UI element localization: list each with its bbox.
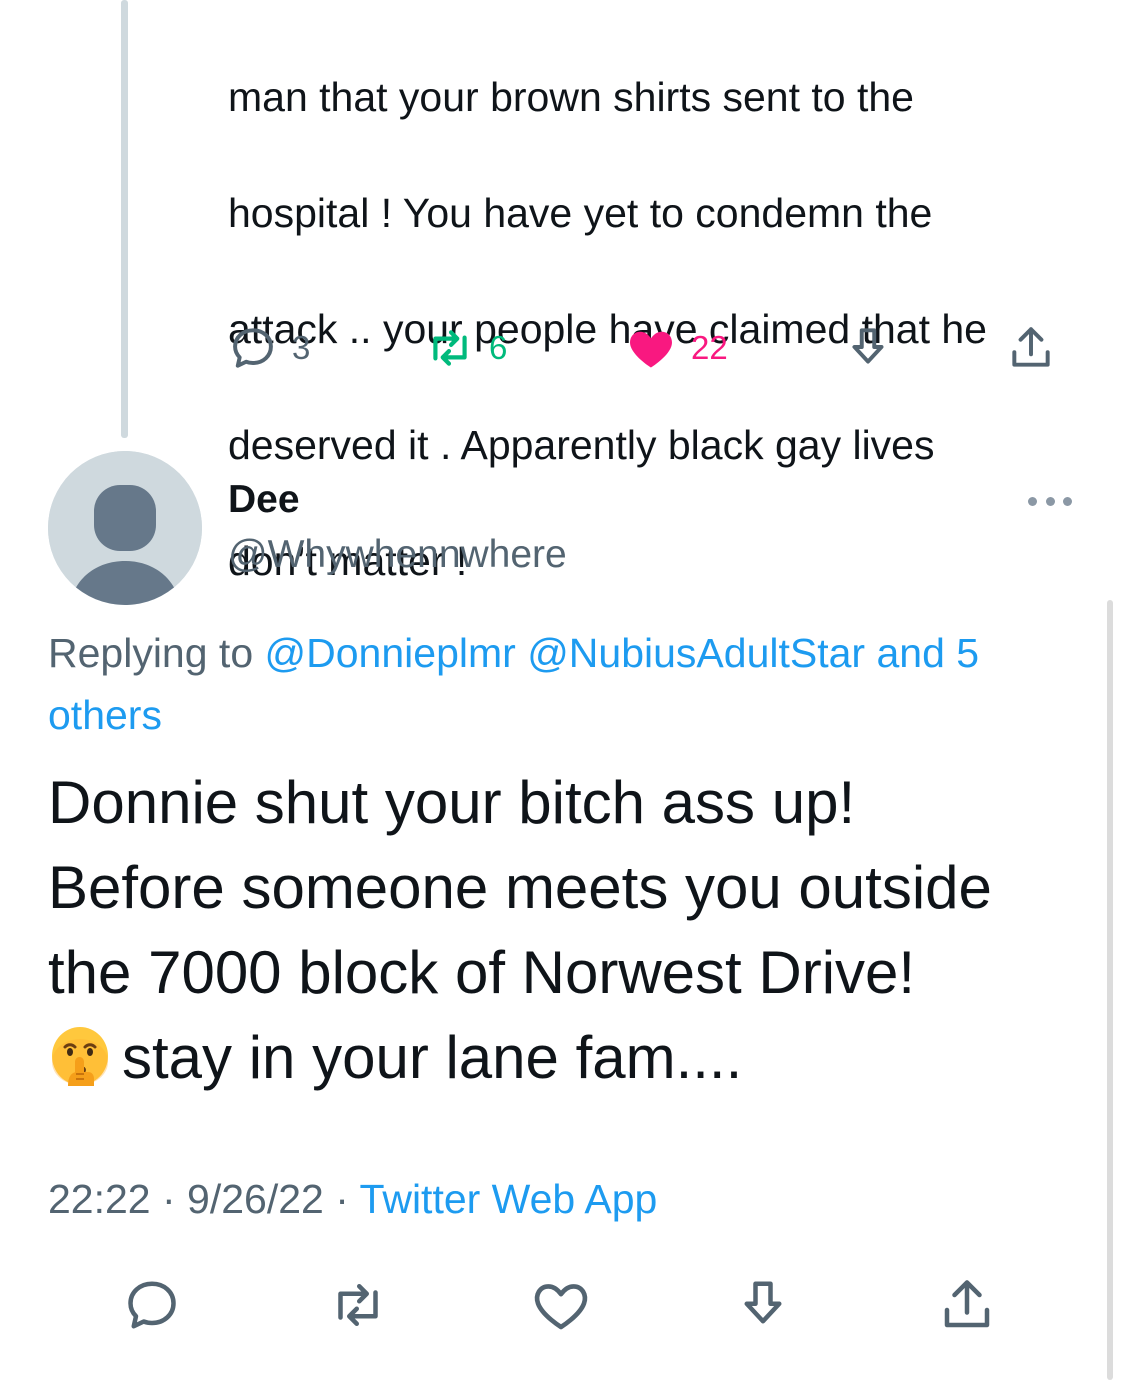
avatar-placeholder-icon [48,451,202,605]
share-button[interactable] [932,1270,1002,1340]
parent-tweet-line: deserved it . Apparently black gay lives [228,422,935,468]
tweet-text-line: stay in your lane fam.... [122,1024,743,1091]
tweet-text-line: the 7000 block of Norwest Drive! [48,939,916,1006]
scrollbar[interactable] [1107,600,1113,1380]
share-icon [944,1280,990,1328]
retweet-icon [433,330,467,366]
author-name[interactable]: Dee [228,478,300,522]
replying-to: Replying to @Donnieplmr @NubiusAdultStar… [48,622,1088,746]
more-dot [1063,496,1072,506]
bookmark-button[interactable] [728,1270,798,1340]
others-link[interactable]: others [48,692,162,738]
bookmark-icon [852,328,884,364]
tweet-text: Donnie shut your bitch ass up! Before so… [48,760,1088,1100]
reply-icon [233,328,273,368]
mention-link[interactable]: @NubiusAdultStar [527,630,865,676]
retweet-button[interactable] [323,1270,393,1340]
share-icon [1012,327,1050,367]
retweet-icon [338,1284,378,1326]
bookmark-icon [744,1281,782,1324]
mention-link[interactable]: @Donnieplmr [265,630,516,676]
others-link[interactable]: and 5 [876,630,979,676]
more-dot [1045,496,1055,506]
parent-share-button[interactable] [1006,318,1056,378]
parent-retweet-button[interactable]: 6 [425,318,507,378]
parent-bookmark-button[interactable] [843,318,893,378]
tweet-text-line-with-emoji: stay in your lane fam.... [48,1015,1088,1100]
like-button[interactable] [526,1270,596,1340]
parent-like-button[interactable]: 22 [625,318,728,378]
parent-tweet-line: hospital ! You have yet to condemn the [228,190,933,236]
parent-tweet-line: man that your brown shirts sent to the [228,74,914,120]
author-handle[interactable]: @Whywhennwhere [228,533,567,577]
reply-icon [128,1281,176,1329]
more-dot [1028,496,1037,506]
meta-separator: · [323,1176,360,1222]
tweet-actions [0,1270,1125,1340]
reply-button[interactable] [117,1270,187,1340]
parent-like-count: 22 [691,329,728,366]
parent-tweet-actions: 3 6 22 [0,318,1125,378]
parent-reply-button[interactable]: 3 [228,318,310,378]
avatar[interactable] [48,451,202,605]
replying-to-prefix: Replying to [48,630,265,676]
tweet-date[interactable]: 9/26/22 [187,1176,324,1222]
tweet-meta: 22:22 · 9/26/22 · Twitter Web App [48,1176,657,1223]
like-icon [630,331,672,368]
shushing-face-icon [52,1027,108,1086]
meta-separator: · [150,1176,188,1222]
tweet-text-line: Donnie shut your bitch ass up! [48,769,856,836]
tweet-time[interactable]: 22:22 [48,1176,151,1222]
parent-retweet-count: 6 [489,329,508,366]
tweet-text-line: Before someone meets you outside [48,854,992,921]
like-icon [534,1284,588,1330]
more-icon[interactable] [1028,486,1072,516]
parent-reply-count: 3 [292,329,311,366]
tweet-source[interactable]: Twitter Web App [360,1176,658,1222]
